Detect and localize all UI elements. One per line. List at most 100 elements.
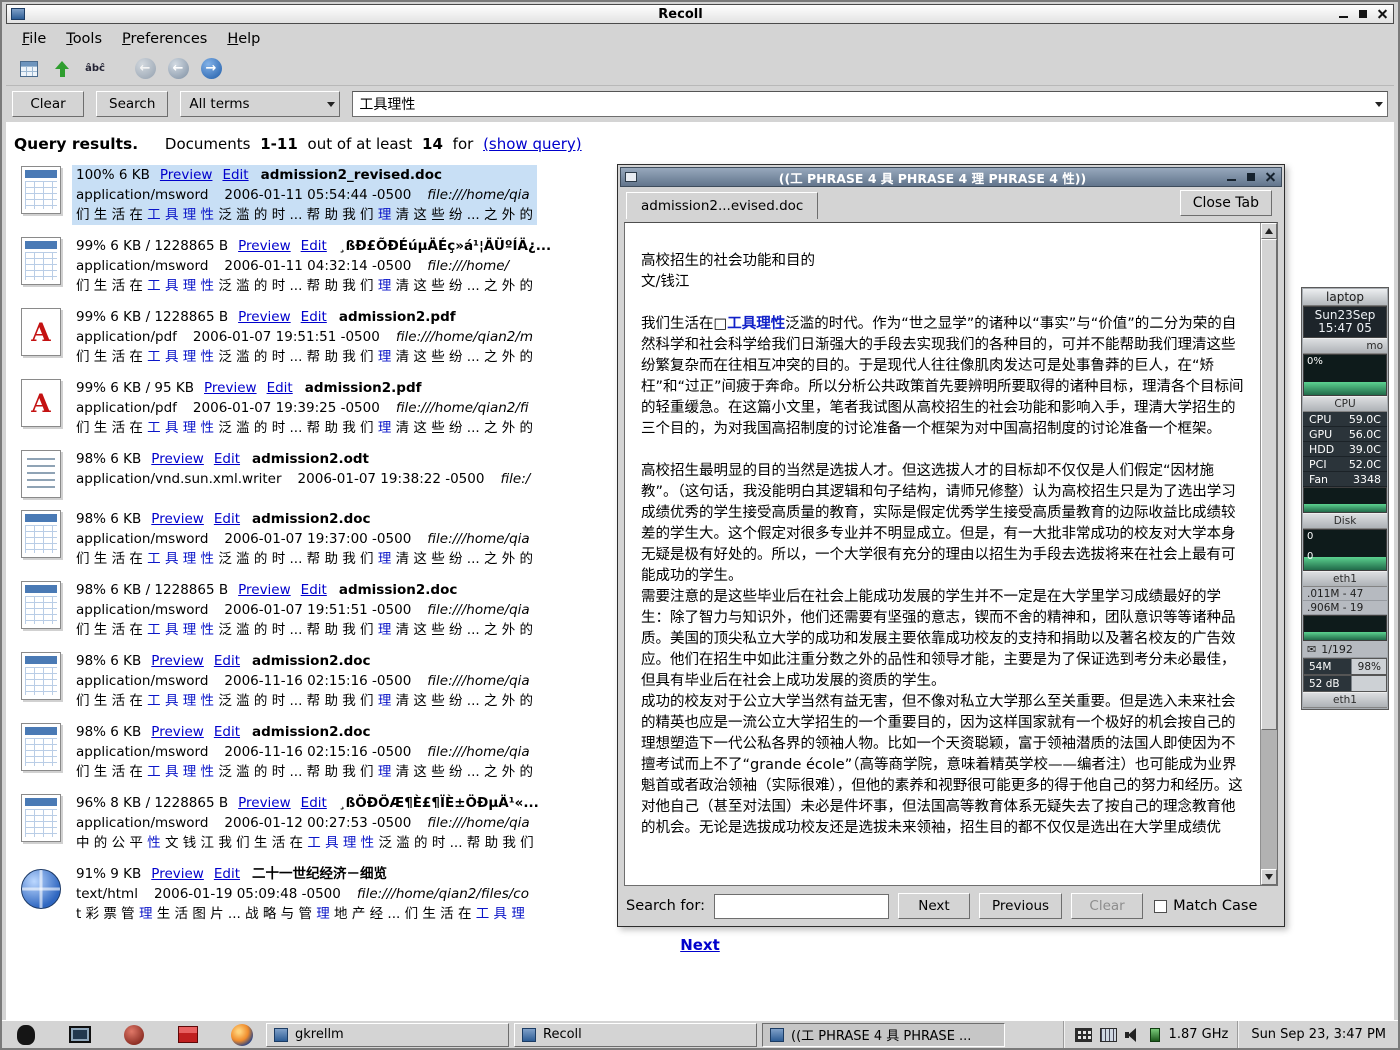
preview-link[interactable]: Preview <box>204 380 257 396</box>
menu-help[interactable]: Help <box>217 28 270 50</box>
taskbar-window-gkrellm[interactable]: gkrellm <box>266 1023 509 1047</box>
result-meta-line: application/vnd.sun.xml.writer2006-01-07… <box>76 469 530 489</box>
menu-preferences[interactable]: Preferences <box>112 28 217 50</box>
result-url: file:///home/qia <box>427 602 529 618</box>
edit-link[interactable]: Edit <box>301 795 327 811</box>
preview-link[interactable]: Preview <box>238 238 291 254</box>
preview-close-icon[interactable] <box>1262 170 1278 184</box>
edit-link[interactable]: Edit <box>214 653 240 669</box>
recoll-titlebar[interactable]: Recoll <box>6 4 1394 24</box>
package-launcher[interactable] <box>176 1023 200 1047</box>
terminal-launcher[interactable] <box>68 1023 92 1047</box>
taskbar-window-preview[interactable]: ((工 PHRASE 4 具 PHRASE ... <box>762 1023 1005 1047</box>
edit-link[interactable]: Edit <box>267 380 293 396</box>
result-relevance-size: 98% 6 KB <box>76 511 141 527</box>
find-clear-button[interactable]: Clear <box>1071 893 1143 919</box>
scrollbar-groove[interactable] <box>1261 239 1277 869</box>
preview-link[interactable]: Preview <box>238 582 291 598</box>
gkrellm-net-chart <box>1303 615 1387 641</box>
result-snippet: 们 生 活 在 工 具 理 性 泛 滥 的 时 ... 帮 助 我 们 理 清 … <box>76 276 551 296</box>
preview-minimize-icon[interactable] <box>1224 170 1240 184</box>
scroll-up-icon[interactable] <box>1261 223 1277 239</box>
maximize-icon[interactable] <box>1355 7 1371 21</box>
checkbox-icon[interactable] <box>1154 900 1167 913</box>
globe-icon <box>21 869 61 909</box>
edit-link[interactable]: Edit <box>214 724 240 740</box>
result-relevance-size: 99% 6 KB / 1228865 B <box>76 238 228 254</box>
preview-window: ((工 PHRASE 4 具 PHRASE 4 理 PHRASE 4 性)) a… <box>617 164 1285 927</box>
gkrellm-volume-meter[interactable]: 52 dB <box>1303 675 1387 692</box>
result-title-line: 98% 6 KBPreviewEditadmission2.doc <box>76 722 533 742</box>
preview-link[interactable]: Preview <box>151 724 204 740</box>
edit-link[interactable]: Edit <box>301 238 327 254</box>
prev-page-button[interactable]: ← <box>163 55 193 83</box>
task-window-icon <box>274 1028 288 1042</box>
gkrellm-fan-chart <box>1303 487 1387 513</box>
search-input[interactable] <box>353 93 1371 115</box>
scrollbar-thumb[interactable] <box>1261 239 1277 730</box>
doc-file-icon <box>10 165 72 225</box>
preview-link[interactable]: Preview <box>160 167 213 183</box>
package-icon <box>178 1026 198 1043</box>
query-fragments-button[interactable] <box>14 55 44 83</box>
menu-file[interactable]: File <box>12 28 56 50</box>
result-title-line: 100% 6 KBPreviewEditadmission2_revised.d… <box>76 165 533 185</box>
match-case-checkbox[interactable]: Match Case <box>1154 898 1257 914</box>
media-launcher[interactable] <box>122 1023 146 1047</box>
pdf-file-icon: A <box>10 307 72 367</box>
search-button[interactable]: Search <box>96 91 168 117</box>
battery-icon[interactable] <box>1150 1028 1160 1042</box>
preview-link[interactable]: Preview <box>151 451 204 467</box>
next-link-wrap: Next <box>6 935 1394 954</box>
firefox-launcher[interactable] <box>230 1023 254 1047</box>
minimize-icon[interactable] <box>1336 7 1352 21</box>
find-input[interactable] <box>714 894 889 919</box>
first-page-button[interactable]: ← <box>130 55 160 83</box>
edit-link[interactable]: Edit <box>301 309 327 325</box>
preview-scrollbar[interactable] <box>1260 223 1277 885</box>
preview-tab[interactable]: admission2...evised.doc <box>626 192 818 219</box>
gkrellm-panel[interactable]: laptopSun23Sep15:47 05mo0%CPUCPU59.0CGPU… <box>1301 287 1389 710</box>
preview-link[interactable]: Preview <box>151 511 204 527</box>
sort-parameters-button[interactable] <box>47 55 77 83</box>
preview-link[interactable]: Preview <box>151 866 204 882</box>
edit-link[interactable]: Edit <box>214 511 240 527</box>
result-mime: application/vnd.sun.xml.writer <box>76 471 282 487</box>
close-tab-button[interactable]: Close Tab <box>1180 190 1272 216</box>
results-summary-middle: out of at least <box>308 135 413 153</box>
taskbar-window-recoll[interactable]: Recoll <box>514 1023 757 1047</box>
cells-icon[interactable] <box>1100 1028 1117 1042</box>
result-mime: application/msword <box>76 531 208 547</box>
edit-link[interactable]: Edit <box>301 582 327 598</box>
result-date: 2006-01-07 19:37:00 -0500 <box>224 531 411 547</box>
preview-paragraph: 我们生活在□工具理性泛滥的时代。作为“世之显学”的诸种以“事实”与“价值”的二分… <box>641 314 1248 440</box>
find-previous-button[interactable]: Previous <box>979 893 1062 919</box>
scroll-down-icon[interactable] <box>1261 869 1277 885</box>
menu-tools[interactable]: Tools <box>56 28 112 50</box>
speaker-icon[interactable] <box>1125 1028 1142 1042</box>
edit-link[interactable]: Edit <box>222 167 248 183</box>
edit-link[interactable]: Edit <box>214 451 240 467</box>
search-mode-select[interactable]: All terms <box>180 91 340 117</box>
gkrellm-mem-meter[interactable]: 54M98% <box>1303 658 1387 675</box>
clear-button[interactable]: Clear <box>12 91 84 117</box>
search-history-arrow-icon[interactable] <box>1371 92 1387 116</box>
preview-link[interactable]: Preview <box>151 653 204 669</box>
wmaker-launcher[interactable] <box>14 1023 38 1047</box>
result-mime: application/pdf <box>76 329 177 345</box>
preview-maximize-icon[interactable] <box>1243 170 1259 184</box>
keyboard-layout-icon[interactable] <box>1075 1028 1092 1042</box>
next-page-link[interactable]: Next <box>680 936 720 954</box>
find-next-button[interactable]: Next <box>898 893 970 919</box>
preview-link[interactable]: Preview <box>238 309 291 325</box>
preview-titlebar[interactable]: ((工 PHRASE 4 具 PHRASE 4 理 PHRASE 4 性)) <box>620 167 1282 187</box>
next-page-button[interactable]: → <box>196 55 226 83</box>
show-query-link[interactable]: (show query) <box>483 135 582 153</box>
preview-link[interactable]: Preview <box>238 795 291 811</box>
result-date: 2006-01-07 19:39:25 -0500 <box>193 400 380 416</box>
edit-link[interactable]: Edit <box>214 866 240 882</box>
close-icon[interactable] <box>1374 7 1390 21</box>
term-explorer-button[interactable]: âbĉ <box>80 55 110 83</box>
doc-page-icon <box>21 237 61 285</box>
combo-arrow-icon <box>323 92 339 116</box>
